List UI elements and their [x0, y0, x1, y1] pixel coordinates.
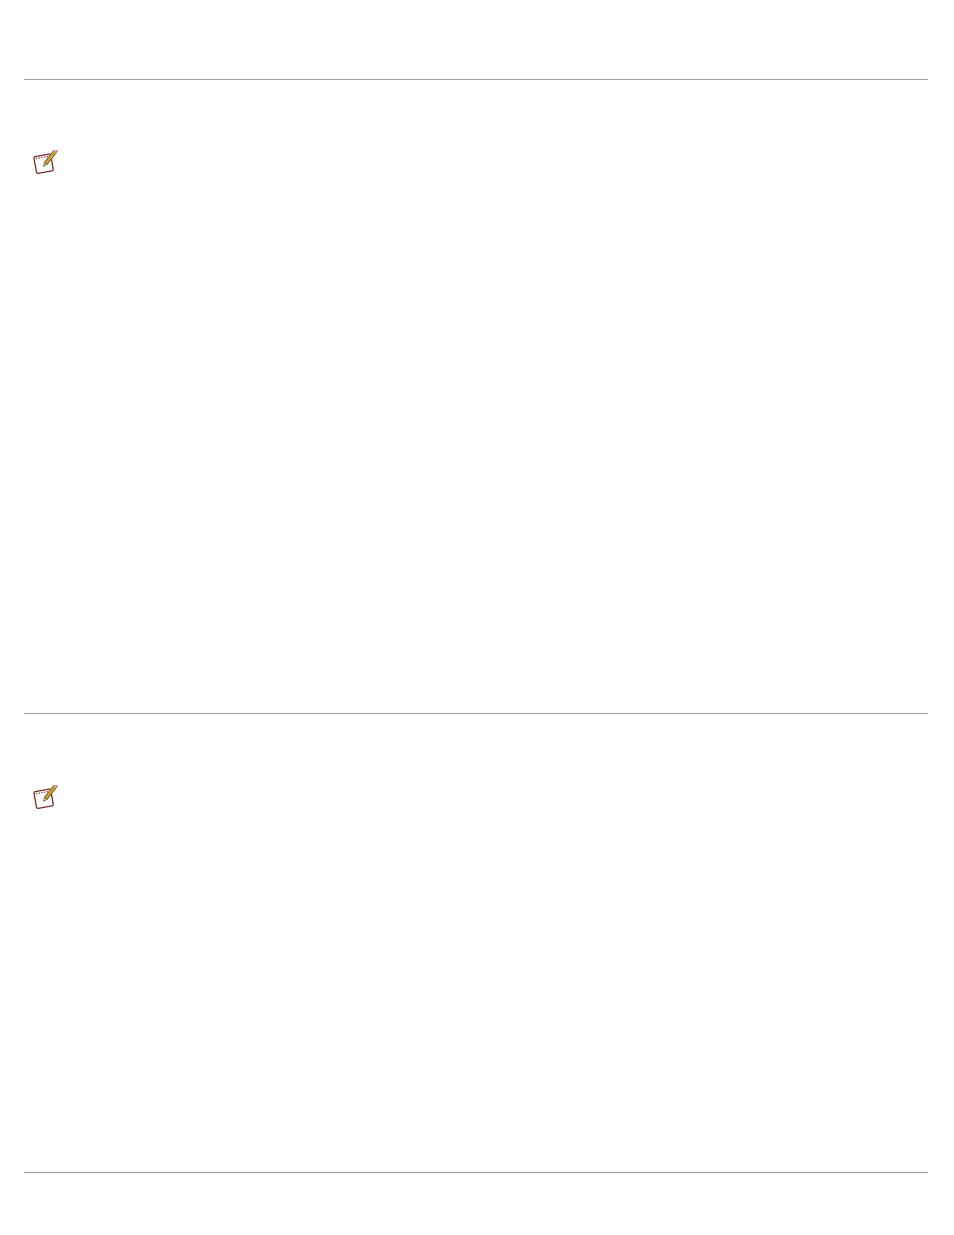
horizontal-rule-1 — [24, 79, 928, 80]
edit-icon — [31, 150, 59, 176]
edit-icon — [31, 785, 59, 811]
horizontal-rule-2 — [24, 713, 928, 714]
document-page — [0, 0, 954, 1235]
horizontal-rule-3 — [24, 1172, 928, 1173]
